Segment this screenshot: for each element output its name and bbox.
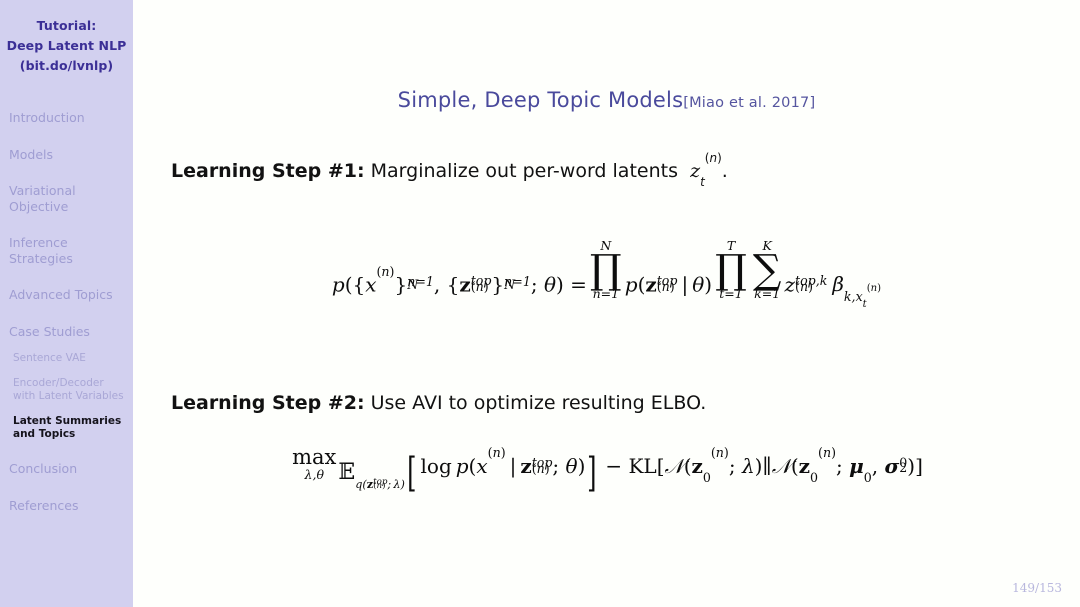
equation-elbo-objective: max λ,θ 𝔼q(z (n) top; λ)[log p(x(n) | z (n) to… [292,445,923,497]
slide: Tutorial: Deep Latent NLP (bit.do/lvnlp)… [0,0,1080,607]
learning-step-1-period: . [721,160,728,182]
product-operator-n: N ∏ n=1 [589,238,622,301]
learning-step-2-heading: Learning Step #2: Use AVI to optimize re… [171,392,706,414]
sidebar-item-references[interactable]: References [9,498,133,514]
page-title-text: Simple, Deep Topic Models [397,88,684,112]
max-operator: max λ,θ [292,445,337,482]
sidebar-item-models[interactable]: Models [9,147,133,163]
sidebar-subitem-encoder-decoder-with-latent-variables[interactable]: Encoder/Decoder with Latent Variables [9,377,133,403]
sidebar-navigation: Tutorial: Deep Latent NLP (bit.do/lvnlp)… [0,0,133,607]
sidebar-items: Introduction Models Variational Objectiv… [0,110,133,513]
learning-step-1-label: Learning Step #1: [171,160,365,182]
left-bracket: [ [407,450,417,497]
sidebar-title: Tutorial: Deep Latent NLP (bit.do/lvnlp) [0,0,133,76]
sidebar-item-conclusion[interactable]: Conclusion [9,461,133,477]
learning-step-1-heading: Learning Step #1: Marginalize out per-wo… [171,151,728,189]
sidebar-subitem-latent-summaries-and-topics[interactable]: Latent Summaries and Topics [9,415,133,441]
page-title: Simple, Deep Topic Models[Miao et al. 20… [133,0,1080,112]
sidebar-title-line-3: (bit.do/lvnlp) [19,58,114,73]
learning-step-1-text: Marginalize out per-word latents [370,160,678,182]
learning-step-2-label: Learning Step #2: [171,392,365,414]
learning-step-1-math: zt(n) [690,151,722,189]
sidebar-item-introduction[interactable]: Introduction [9,110,133,126]
right-bracket: ] [587,450,597,497]
page-number: 149/153 [1012,581,1062,595]
sidebar-item-variational-objective[interactable]: Variational Objective [9,183,133,214]
learning-step-2-text: Use AVI to optimize resulting ELBO. [370,392,707,414]
sidebar-subitem-sentence-vae[interactable]: Sentence VAE [9,352,133,365]
sum-operator-k: K ∑ k=1 [752,238,782,301]
page-title-citation: [Miao et al. 2017] [683,95,816,111]
sidebar-item-case-studies[interactable]: Case Studies [9,324,133,340]
slide-content: Simple, Deep Topic Models[Miao et al. 20… [133,0,1080,607]
sidebar-item-inference-strategies[interactable]: Inference Strategies [9,235,133,266]
equation-generative-model: p({x(n)} Nn=1, {z (n) top} Nn=1; θ) = N ∏ n=1 p(… [331,238,882,311]
sidebar-title-line-2: Deep Latent NLP [6,38,127,53]
product-operator-t: T ∏ t=1 [715,238,747,301]
sidebar-item-advanced-topics[interactable]: Advanced Topics [9,287,133,303]
sidebar-title-line-1: Tutorial: [36,18,97,33]
